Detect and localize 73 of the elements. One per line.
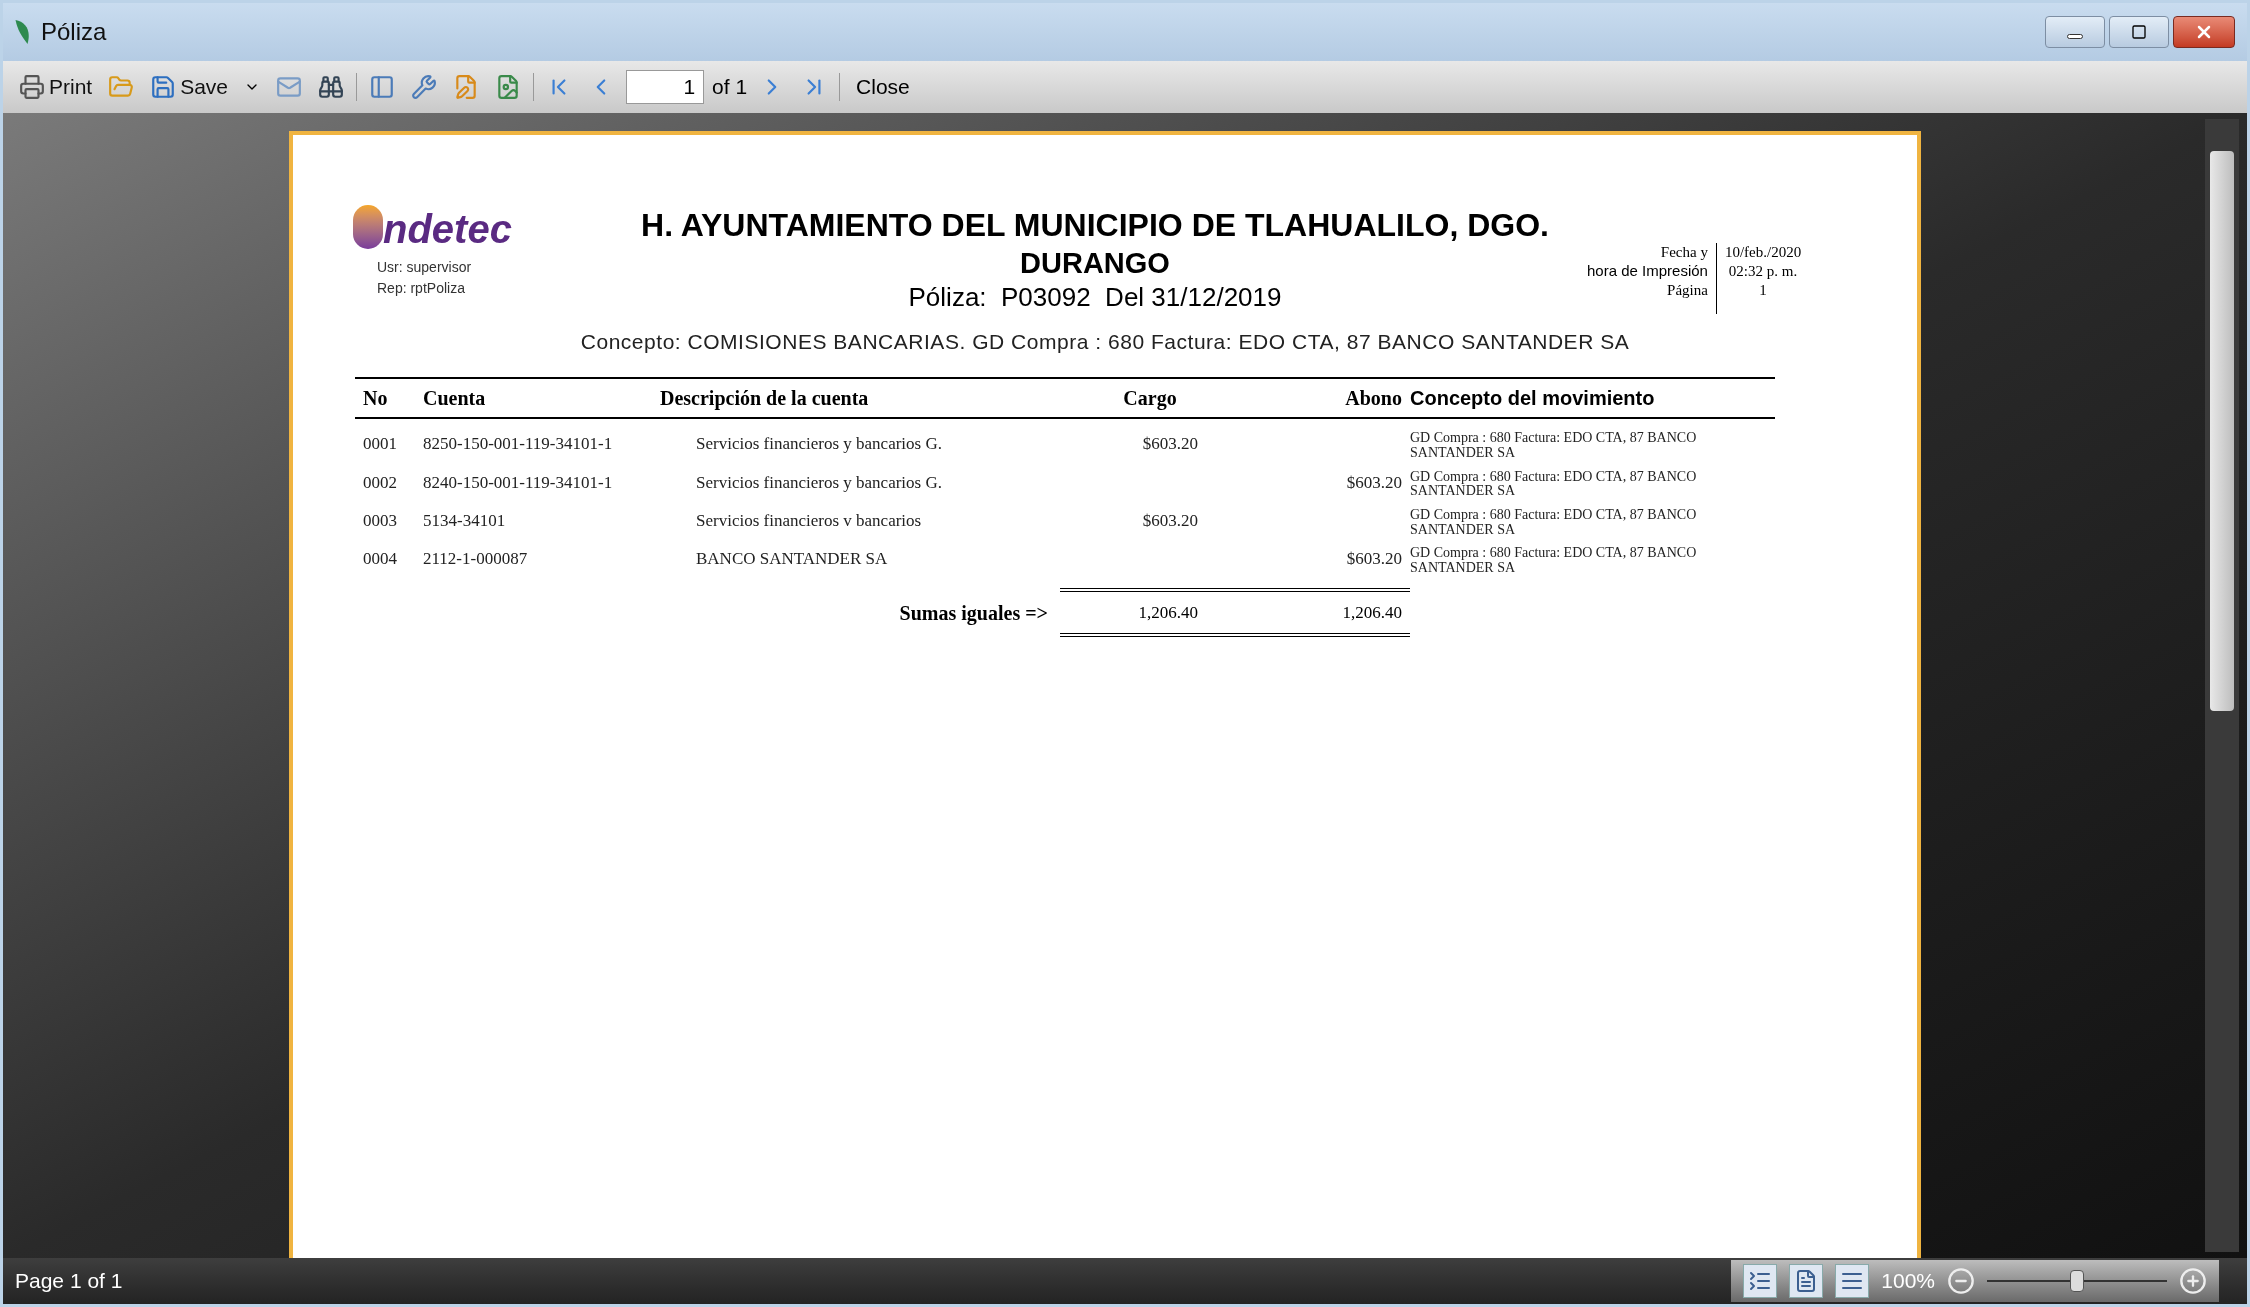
table-cell-text: GD Compra : 680 Factura: EDO CTA, 87 BANCO SANTANDER SA bbox=[1410, 546, 1698, 576]
totals-label: Sumas iguales => bbox=[898, 600, 1049, 627]
table-cell-text: Servicios financieros v bancarios bbox=[695, 510, 923, 532]
page-count: of 1 bbox=[712, 74, 748, 101]
zoom-out-button[interactable] bbox=[1947, 1267, 1975, 1295]
user-label: Usr: supervisor bbox=[377, 258, 473, 277]
table-cell-text: $603.20 bbox=[1141, 433, 1199, 456]
find-icon bbox=[318, 74, 345, 100]
table-cell-text: 0002 bbox=[362, 471, 398, 494]
print-info-label: hora de Impresión bbox=[1587, 261, 1708, 281]
zoom-slider[interactable] bbox=[1987, 1269, 2167, 1293]
column-header: Cargo bbox=[1122, 386, 1178, 412]
print-info-value: 02:32 p. m. bbox=[1728, 261, 1798, 281]
report-name-label: Rep: rptPoliza bbox=[377, 279, 466, 298]
table-cell-text: Servicios financieros y bancarios G. bbox=[695, 471, 943, 494]
column-header: Abono bbox=[1344, 386, 1403, 412]
open-icon bbox=[108, 74, 135, 100]
print-info-label: Fecha y bbox=[1660, 243, 1708, 262]
print-info-value: 10/feb./2020 bbox=[1724, 243, 1802, 262]
table-cell-text: GD Compra : 680 Factura: EDO CTA, 87 BANCO SANTANDER SA bbox=[1410, 508, 1698, 538]
table-cell-text: GD Compra : 680 Factura: EDO CTA, 87 BANCO SANTANDER SA bbox=[1410, 431, 1698, 461]
zoom-slider-thumb[interactable] bbox=[2070, 1270, 2084, 1292]
close-window-button[interactable] bbox=[2173, 16, 2235, 48]
fit-width-icon bbox=[1748, 1269, 1773, 1293]
table-cell-text: Servicios financieros y bancarios G. bbox=[695, 433, 943, 456]
indetec-logo: ndetec bbox=[353, 205, 603, 249]
total-cargo: 1,206.40 bbox=[1060, 587, 1240, 638]
table-cell-text: $603.20 bbox=[1345, 471, 1403, 494]
table-cell-text: BANCO SANTANDER SA bbox=[695, 548, 889, 571]
continuous-button[interactable] bbox=[1835, 1264, 1870, 1298]
zoom-in-button[interactable] bbox=[2179, 1267, 2207, 1295]
leaf-logo-icon bbox=[15, 19, 29, 45]
zoom-in-icon bbox=[2179, 1267, 2207, 1295]
vertical-scrollbar[interactable] bbox=[2205, 119, 2239, 1252]
column-header: Concepto del movimiento bbox=[1410, 386, 1656, 412]
table-cell-text: GD Compra : 680 Factura: EDO CTA, 87 BANCO SANTANDER SA bbox=[1410, 469, 1698, 499]
maximize-button[interactable] bbox=[2109, 16, 2169, 48]
tools-icon bbox=[411, 74, 438, 100]
save-button[interactable]: Save bbox=[146, 70, 233, 104]
zoom-percent: 100% bbox=[1881, 1268, 1935, 1295]
table-cell-text: 0003 bbox=[362, 510, 398, 532]
table-cell-text: 0004 bbox=[362, 548, 398, 571]
concepto-text: Concepto: COMISIONES BANCARIAS. GD Compra : 680 Factura: EDO CTA, 87 BANCO SANTANDER SA bbox=[580, 328, 1630, 355]
maximize-icon bbox=[2131, 24, 2147, 40]
email-icon bbox=[276, 74, 303, 100]
table-cell-text: 8250-150-001-119-34101-1 bbox=[422, 433, 614, 456]
close-button[interactable]: Close bbox=[848, 71, 918, 103]
print-icon bbox=[19, 74, 45, 100]
fit-width-button[interactable] bbox=[1743, 1264, 1778, 1298]
layout-icon bbox=[369, 74, 396, 100]
table-cell-text: 5134-34101 bbox=[422, 510, 507, 532]
column-header: Cuenta bbox=[422, 386, 487, 412]
save-icon bbox=[150, 74, 177, 100]
organization-title: H. AYUNTAMIENTO DEL MUNICIPIO DE TLAHUALILO, DGO. bbox=[641, 206, 1549, 245]
one-page-button[interactable] bbox=[1789, 1264, 1824, 1298]
zoom-out-icon bbox=[1947, 1267, 1975, 1295]
table-cell-text: $603.20 bbox=[1141, 510, 1199, 532]
page-status: Page 1 of 1 bbox=[15, 1268, 123, 1295]
table-cell-text: 2112-1-000087 bbox=[422, 548, 529, 571]
table-cell-text: $603.20 bbox=[1345, 548, 1403, 571]
print-button[interactable]: Print bbox=[15, 70, 97, 104]
print-info-value: 1 bbox=[1759, 280, 1767, 300]
state-title: DURANGO bbox=[1020, 246, 1170, 281]
total-abono: 1,206.40 bbox=[1240, 587, 1410, 638]
page-number-field[interactable]: 1 bbox=[626, 70, 705, 104]
print-info-label: Página bbox=[1667, 280, 1708, 300]
column-header: No bbox=[362, 386, 389, 412]
window-title: Póliza bbox=[41, 17, 107, 47]
poliza-title: Póliza: P03092 Del 31/12/2019 bbox=[908, 281, 1282, 314]
minimize-icon bbox=[2067, 33, 2083, 39]
table-cell-text: 8240-150-001-119-34101-1 bbox=[422, 471, 614, 494]
column-header: Descripción de la cuenta bbox=[660, 386, 870, 412]
table-cell-text: 0001 bbox=[362, 433, 398, 456]
